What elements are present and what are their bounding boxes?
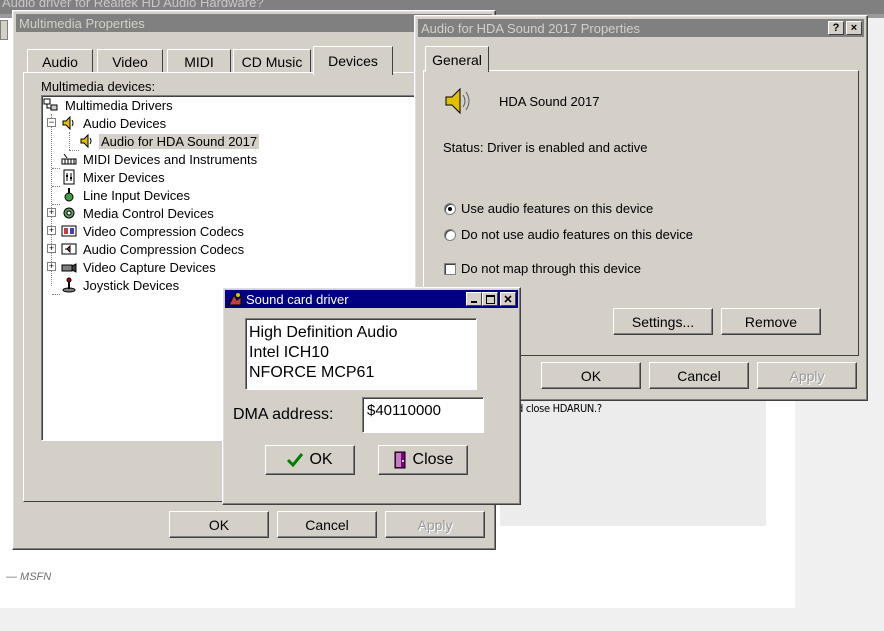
dma-address-label: DMA address: bbox=[233, 406, 334, 423]
sound-card-driver-window: Sound card driver High Definition Audio … bbox=[222, 287, 521, 505]
close-button[interactable]: × bbox=[846, 21, 862, 35]
tree-item-joystick-devices[interactable]: Joystick Devices bbox=[60, 276, 181, 294]
settings-button[interactable]: Settings... bbox=[613, 308, 713, 335]
expand-toggle[interactable]: + bbox=[47, 262, 56, 271]
speaker-icon bbox=[443, 86, 473, 119]
driver-info-box: High Definition Audio Intel ICH10 NFORCE… bbox=[245, 318, 477, 390]
cancel-button[interactable]: Cancel bbox=[277, 511, 377, 538]
tree-item-audio-compression-codecs[interactable]: Audio Compression Codecs bbox=[60, 240, 246, 258]
tree-item-midi-devices[interactable]: MIDI Devices and Instruments bbox=[60, 150, 259, 168]
tree-item-line-input-devices[interactable]: Line Input Devices bbox=[60, 186, 192, 204]
line-input-icon bbox=[60, 187, 78, 203]
app-icon bbox=[227, 291, 243, 307]
status-text: Status: Driver is enabled and active bbox=[443, 140, 648, 155]
tab-cd-music[interactable]: CD Music bbox=[233, 49, 311, 73]
background-window-title: Audio driver for Realtek HD Audio Hardwa… bbox=[2, 0, 264, 10]
tree-item-label: Audio for HDA Sound 2017 bbox=[99, 133, 260, 149]
close-label: Close bbox=[412, 451, 454, 468]
dont-map-label[interactable]: Do not map through this device bbox=[461, 261, 641, 276]
tab-general[interactable]: General bbox=[425, 46, 489, 72]
midi-icon bbox=[60, 151, 78, 167]
sound-card-title: Sound card driver bbox=[246, 291, 349, 307]
tree-item-label: Media Control Devices bbox=[83, 205, 214, 221]
driver-line: Intel ICH10 bbox=[249, 344, 330, 361]
use-audio-label[interactable]: Use audio features on this device bbox=[461, 201, 653, 216]
drivers-icon bbox=[42, 97, 60, 113]
expand-toggle[interactable]: + bbox=[47, 244, 56, 253]
use-audio-radio[interactable] bbox=[444, 203, 456, 215]
tree-item-audio-devices[interactable]: Audio Devices bbox=[60, 114, 168, 132]
expand-toggle[interactable]: + bbox=[47, 226, 56, 235]
dont-map-checkbox[interactable] bbox=[444, 263, 456, 275]
tree-item-label: Audio Devices bbox=[83, 115, 167, 131]
remove-button[interactable]: Remove bbox=[721, 308, 821, 335]
tree-line bbox=[52, 204, 60, 205]
tree-item-media-control-devices[interactable]: Media Control Devices bbox=[60, 204, 216, 222]
audio-codec-icon bbox=[60, 241, 78, 257]
checkmark-icon bbox=[287, 453, 304, 467]
tree-item-label: Audio Compression Codecs bbox=[83, 241, 245, 257]
tree-item-label: Mixer Devices bbox=[83, 169, 165, 185]
apply-button[interactable]: Apply bbox=[385, 511, 485, 538]
tree-item-label: MIDI Devices and Instruments bbox=[83, 151, 258, 167]
tree-item-label: Video Compression Codecs bbox=[83, 223, 244, 239]
hda-titlebar[interactable]: Audio for HDA Sound 2017 Properties ? × bbox=[418, 19, 864, 37]
dont-use-audio-radio[interactable] bbox=[444, 229, 456, 241]
ok-label: OK bbox=[309, 451, 333, 468]
tree-item-video-capture-devices[interactable]: Video Capture Devices bbox=[60, 258, 218, 276]
tree-line bbox=[69, 132, 70, 150]
tab-audio[interactable]: Audio bbox=[27, 49, 93, 73]
video-capture-icon bbox=[60, 259, 78, 275]
tab-video[interactable]: Video bbox=[97, 49, 163, 73]
cancel-button[interactable]: Cancel bbox=[649, 362, 749, 389]
minimize-button[interactable] bbox=[466, 292, 482, 306]
apply-button[interactable]: Apply bbox=[757, 362, 857, 389]
background-gray-block bbox=[500, 398, 766, 526]
collapse-toggle[interactable]: − bbox=[47, 118, 56, 127]
close-button[interactable]: Close bbox=[378, 445, 468, 475]
background-text-snippet: d close HDARUN.? bbox=[517, 402, 602, 415]
hda-title: Audio for HDA Sound 2017 Properties bbox=[421, 20, 640, 36]
joystick-icon bbox=[60, 277, 78, 293]
tree-item-label: Video Capture Devices bbox=[83, 259, 216, 275]
mixer-icon bbox=[60, 169, 78, 185]
sound-card-titlebar[interactable]: Sound card driver bbox=[225, 290, 518, 308]
door-icon bbox=[393, 451, 407, 469]
maximize-button[interactable] bbox=[482, 292, 498, 306]
tree-item-mixer-devices[interactable]: Mixer Devices bbox=[60, 168, 167, 186]
speaker-icon bbox=[78, 133, 96, 149]
tree-line bbox=[52, 294, 60, 295]
ok-button[interactable]: OK bbox=[169, 511, 269, 538]
tree-item-label: Line Input Devices bbox=[83, 187, 190, 203]
dont-use-audio-label[interactable]: Do not use audio features on this device bbox=[461, 227, 693, 242]
video-codec-icon bbox=[60, 223, 78, 239]
ok-button[interactable]: OK bbox=[541, 362, 641, 389]
device-name: HDA Sound 2017 bbox=[499, 94, 600, 109]
driver-line: High Definition Audio bbox=[249, 324, 398, 341]
tree-line bbox=[52, 186, 60, 187]
close-button[interactable] bbox=[500, 292, 516, 306]
tree-item-multimedia-drivers[interactable]: Multimedia Drivers bbox=[42, 96, 175, 114]
driver-line: NFORCE MCP61 bbox=[249, 364, 375, 381]
multimedia-devices-label: Multimedia devices: bbox=[41, 79, 156, 94]
tree-item-audio-hda-sound-2017[interactable]: Audio for HDA Sound 2017 bbox=[78, 132, 260, 150]
dma-address-field[interactable]: $40110000 bbox=[362, 397, 484, 433]
tree-item-label: Joystick Devices bbox=[83, 277, 180, 293]
tab-devices[interactable]: Devices bbox=[313, 46, 393, 75]
expand-toggle[interactable]: + bbox=[47, 208, 56, 217]
tree-line bbox=[52, 168, 60, 169]
help-button[interactable]: ? bbox=[828, 21, 844, 35]
media-control-icon bbox=[60, 205, 78, 221]
background-signature: — MSFN bbox=[6, 571, 52, 583]
tab-midi[interactable]: MIDI bbox=[167, 49, 231, 73]
ok-button[interactable]: OK bbox=[265, 445, 355, 475]
tree-item-video-compression-codecs[interactable]: Video Compression Codecs bbox=[60, 222, 246, 240]
background-left-widget bbox=[0, 20, 8, 40]
tree-item-label: Multimedia Drivers bbox=[65, 97, 173, 113]
speaker-icon bbox=[60, 115, 78, 131]
